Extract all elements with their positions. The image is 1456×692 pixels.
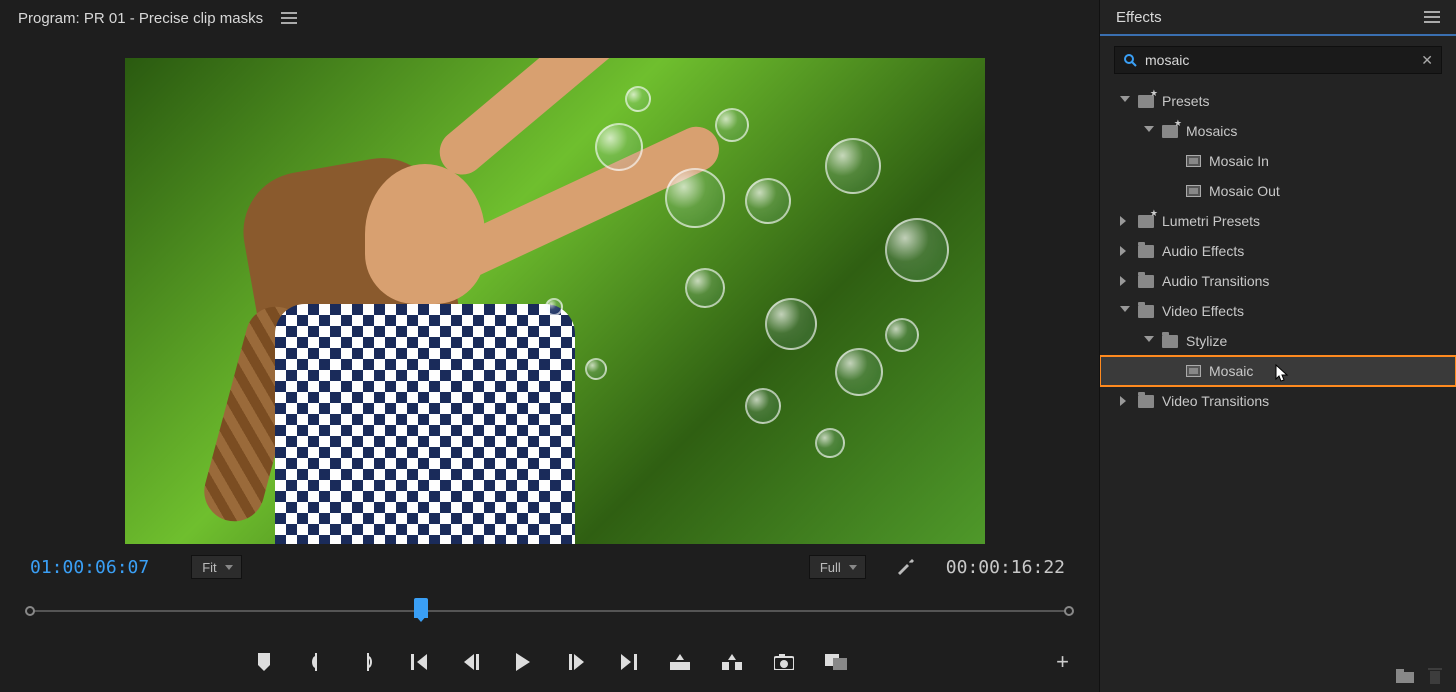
extract-button[interactable]: [721, 651, 743, 673]
tree-label: Mosaic Out: [1209, 183, 1280, 199]
chevron-down-icon[interactable]: [1120, 96, 1130, 106]
current-timecode[interactable]: 01:00:06:07: [30, 557, 149, 578]
chevron-right-icon[interactable]: [1120, 276, 1130, 286]
tree-label: Mosaic In: [1209, 153, 1269, 169]
folder-icon: [1138, 395, 1154, 408]
comparison-view-button[interactable]: [825, 651, 847, 673]
effects-panel-header: Effects: [1100, 0, 1456, 36]
go-to-in-button[interactable]: [409, 651, 431, 673]
resolution-dropdown[interactable]: Full: [809, 555, 866, 579]
search-icon: [1123, 53, 1137, 67]
mark-out-button[interactable]: [357, 651, 379, 673]
chevron-down-icon[interactable]: [1120, 306, 1130, 316]
effects-footer: [1100, 660, 1456, 692]
chevron-right-icon[interactable]: [1120, 216, 1130, 226]
tree-video-transitions[interactable]: Video Transitions: [1100, 386, 1456, 416]
tree-mosaics-folder[interactable]: Mosaics: [1100, 116, 1456, 146]
program-viewer[interactable]: [125, 58, 985, 544]
preset-bin-icon: [1162, 125, 1178, 138]
chevron-down-icon[interactable]: [1144, 126, 1154, 136]
mark-in-button[interactable]: [305, 651, 327, 673]
clear-search-icon[interactable]: ✕: [1421, 52, 1433, 69]
add-marker-button[interactable]: [253, 651, 275, 673]
panel-menu-icon[interactable]: [1424, 11, 1440, 23]
tree-video-effects[interactable]: Video Effects: [1100, 296, 1456, 326]
settings-icon[interactable]: [896, 557, 916, 577]
tree-audio-transitions[interactable]: Audio Transitions: [1100, 266, 1456, 296]
folder-icon: [1138, 245, 1154, 258]
preset-icon: [1186, 155, 1201, 167]
timeline-scrubber[interactable]: [30, 596, 1069, 626]
panel-menu-icon[interactable]: [281, 12, 297, 24]
duration-timecode: 00:00:16:22: [946, 557, 1065, 578]
tree-label: Video Effects: [1162, 303, 1244, 319]
chevron-right-icon[interactable]: [1120, 396, 1130, 406]
effects-search-input[interactable]: [1145, 52, 1421, 68]
tree-label: Audio Effects: [1162, 243, 1244, 259]
preset-icon: [1186, 185, 1201, 197]
program-controls-row: 01:00:06:07 Fit Full 00:00:16:22: [0, 552, 1099, 582]
tree-label: Video Transitions: [1162, 393, 1269, 409]
step-forward-button[interactable]: [565, 651, 587, 673]
delete-icon: [1428, 668, 1442, 684]
tree-label: Stylize: [1186, 333, 1227, 349]
folder-icon: [1162, 335, 1178, 348]
program-title: Program: PR 01 - Precise clip masks: [18, 10, 263, 27]
effects-search[interactable]: ✕: [1114, 46, 1442, 74]
tree-label: Audio Transitions: [1162, 273, 1269, 289]
effects-tree: Presets Mosaics Mosaic In Mosaic Out Lum…: [1100, 82, 1456, 660]
preset-bin-icon: [1138, 95, 1154, 108]
step-back-button[interactable]: [461, 651, 483, 673]
folder-icon: [1138, 275, 1154, 288]
tree-stylize-folder[interactable]: Stylize: [1100, 326, 1456, 356]
preset-bin-icon: [1138, 215, 1154, 228]
chevron-down-icon[interactable]: [1144, 336, 1154, 346]
playhead[interactable]: [414, 598, 428, 618]
tree-audio-effects[interactable]: Audio Effects: [1100, 236, 1456, 266]
effects-title: Effects: [1116, 9, 1424, 26]
program-panel-header: Program: PR 01 - Precise clip masks: [0, 0, 1099, 36]
tree-preset-mosaic-out[interactable]: Mosaic Out: [1100, 176, 1456, 206]
program-monitor-panel: Program: PR 01 - Precise clip masks: [0, 0, 1100, 692]
folder-icon: [1138, 305, 1154, 318]
go-to-out-button[interactable]: [617, 651, 639, 673]
tree-label: Mosaics: [1186, 123, 1237, 139]
effect-icon: [1186, 365, 1201, 377]
zoom-dropdown[interactable]: Fit: [191, 555, 241, 579]
transport-bar: +: [0, 640, 1099, 684]
chevron-right-icon[interactable]: [1120, 246, 1130, 256]
new-bin-icon[interactable]: [1396, 669, 1414, 683]
tree-preset-mosaic-in[interactable]: Mosaic In: [1100, 146, 1456, 176]
button-editor-icon[interactable]: +: [1056, 649, 1069, 675]
lift-button[interactable]: [669, 651, 691, 673]
tree-label: Lumetri Presets: [1162, 213, 1260, 229]
tree-label: Mosaic: [1209, 363, 1253, 379]
play-button[interactable]: [513, 651, 535, 673]
tree-label: Presets: [1162, 93, 1209, 109]
tree-presets[interactable]: Presets: [1100, 86, 1456, 116]
mouse-cursor-icon: [1275, 364, 1289, 384]
export-frame-button[interactable]: [773, 651, 795, 673]
tree-effect-mosaic[interactable]: Mosaic: [1100, 356, 1456, 386]
effects-panel: Effects ✕ Presets Mosaics Mosaic In: [1100, 0, 1456, 692]
tree-lumetri-presets[interactable]: Lumetri Presets: [1100, 206, 1456, 236]
